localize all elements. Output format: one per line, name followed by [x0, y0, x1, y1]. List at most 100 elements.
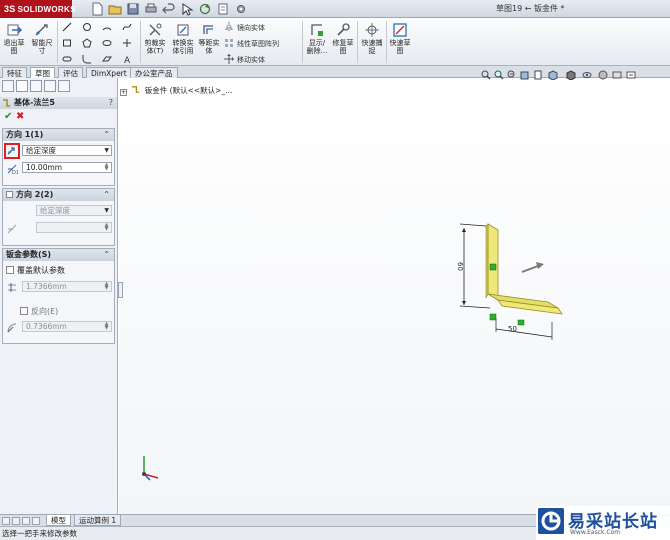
bend-radius-input[interactable]: 0.7366mm ▲ ▼: [22, 321, 112, 332]
tab-dimxpert[interactable]: DimXpert: [86, 67, 132, 78]
depth-input[interactable]: 10.00mm ▲ ▼: [22, 162, 112, 173]
direction2-depth-input[interactable]: ▲ ▼: [36, 222, 112, 233]
spline-icon[interactable]: [122, 22, 132, 32]
cancel-button[interactable]: ✖: [16, 111, 24, 122]
solidworks-logo[interactable]: 3S SOLIDWORKS: [0, 0, 75, 18]
exit-sketch-icon: [7, 24, 22, 36]
collapse-icon[interactable]: ⌃: [103, 189, 110, 201]
direction2-end-condition-select[interactable]: 给定深度 ▼: [36, 205, 112, 216]
polygon-icon[interactable]: [82, 38, 92, 48]
exit-sketch-button[interactable]: 退出草 图: [2, 22, 26, 55]
text-icon[interactable]: A: [122, 54, 132, 64]
quick-snaps-icon: [365, 23, 379, 37]
convert-entities-button[interactable]: 转换实 体引用: [170, 22, 196, 55]
next-tab-icon[interactable]: [22, 517, 30, 525]
select-arrow-icon[interactable]: [180, 2, 194, 16]
trim-entities-button[interactable]: 剪裁实 体(T): [142, 22, 168, 55]
rapid-sketch-button[interactable]: 快速草 图: [388, 22, 412, 55]
display-manager-tab-icon[interactable]: [58, 80, 70, 92]
graphics-area[interactable]: [119, 78, 670, 514]
tab-office-products[interactable]: 办公室产品: [130, 67, 178, 78]
tab-motion-study[interactable]: 运动算例 1: [74, 515, 122, 526]
configuration-tab-icon[interactable]: [30, 80, 42, 92]
ellipse-icon[interactable]: [102, 38, 112, 48]
dimension-vertical[interactable]: 60: [456, 223, 491, 309]
ok-button[interactable]: ✔: [4, 111, 12, 122]
dropdown-arrow-icon: ▼: [104, 207, 109, 214]
linear-pattern-button[interactable]: 线性草图阵列: [224, 38, 279, 49]
plane-icon[interactable]: [102, 54, 112, 64]
direction2-header[interactable]: 方向 2(2) ⌃: [3, 189, 114, 201]
quick-snaps-button[interactable]: 快速捕 捉: [360, 22, 384, 55]
spin-icon[interactable]: ▲ ▼: [103, 223, 110, 232]
rapid-sketch-icon: [393, 23, 407, 37]
rectangle-icon[interactable]: [62, 38, 72, 48]
new-document-icon[interactable]: [90, 2, 104, 16]
edit-appearance-icon[interactable]: [598, 70, 608, 80]
point-icon[interactable]: [122, 38, 132, 48]
display-delete-label: 显示/ 删除...: [306, 39, 328, 55]
arc-icon[interactable]: [102, 22, 112, 32]
feature-tree-tab-icon[interactable]: [2, 80, 14, 92]
tab-sketch[interactable]: 草图: [30, 67, 55, 78]
section-view-icon[interactable]: [520, 70, 530, 80]
display-style-icon[interactable]: [566, 70, 576, 80]
view-settings-icon[interactable]: [626, 70, 636, 80]
sheet-metal-preview[interactable]: 60 50: [440, 210, 570, 345]
flange-handle[interactable]: [489, 263, 497, 271]
end-condition-select[interactable]: 给定深度 ▼: [22, 145, 112, 156]
slot-icon[interactable]: [62, 54, 72, 64]
help-icon[interactable]: ?: [109, 97, 113, 109]
last-tab-icon[interactable]: [32, 517, 40, 525]
fillet-icon[interactable]: [82, 54, 92, 64]
panel-splitter-handle[interactable]: [118, 282, 123, 298]
offset-entities-button[interactable]: 等距实 体: [198, 22, 220, 55]
save-icon[interactable]: [126, 2, 140, 16]
dynamic-annotation-icon[interactable]: [533, 70, 543, 80]
options-gear-icon[interactable]: [234, 2, 248, 16]
sheetmetal-parameters-header[interactable]: 钣金参数(S) ⌃: [3, 249, 114, 261]
previous-view-icon[interactable]: [507, 70, 517, 80]
open-folder-icon[interactable]: [108, 2, 122, 16]
apply-scene-icon[interactable]: [612, 70, 622, 80]
undo-icon[interactable]: [162, 2, 176, 16]
reverse-direction-checkbox[interactable]: 反向(E): [20, 306, 58, 317]
coordinate-triad: [142, 456, 159, 481]
direction1-header[interactable]: 方向 1(1) ⌃: [3, 129, 114, 141]
expand-icon[interactable]: +: [120, 89, 127, 96]
smart-dimension-button[interactable]: 智能尺 寸: [30, 22, 54, 55]
mirror-entities-button[interactable]: 镜向实体: [224, 22, 265, 33]
rebuild-icon[interactable]: [198, 2, 212, 16]
spin-icon[interactable]: ▲ ▼: [103, 322, 110, 331]
display-delete-relations-button[interactable]: 显示/ 删除...: [304, 22, 330, 55]
property-manager-tab-icon[interactable]: [16, 80, 28, 92]
collapse-icon[interactable]: ⌃: [103, 129, 110, 141]
zoom-to-fit-icon[interactable]: [481, 70, 491, 80]
override-default-checkbox[interactable]: 覆盖默认参数: [6, 265, 65, 276]
collapse-icon[interactable]: ⌃: [103, 249, 110, 261]
flyout-feature-tree[interactable]: + 钣金件 (默认<<默认>_...: [120, 85, 232, 96]
repair-sketch-button[interactable]: 修复草 图: [332, 22, 354, 55]
corner-handle[interactable]: [489, 313, 497, 321]
zoom-area-icon[interactable]: [494, 70, 504, 80]
previous-tab-icon[interactable]: [12, 517, 20, 525]
hide-show-items-icon[interactable]: [582, 70, 592, 80]
file-properties-icon[interactable]: [216, 2, 230, 16]
move-entities-button[interactable]: 移动实体: [224, 54, 265, 65]
tab-evaluate[interactable]: 评估: [58, 67, 83, 78]
dimxpert-tab-icon[interactable]: [44, 80, 56, 92]
line-icon[interactable]: [62, 22, 72, 32]
thickness-input[interactable]: 1.7366mm ▲ ▼: [22, 281, 112, 292]
first-tab-icon[interactable]: [2, 517, 10, 525]
direction2-checkbox[interactable]: [6, 191, 13, 198]
direction-arrow[interactable]: [521, 262, 544, 273]
circle-icon[interactable]: [82, 22, 92, 32]
tab-model[interactable]: 模型: [46, 515, 71, 526]
spin-icon[interactable]: ▲ ▼: [103, 282, 110, 291]
view-orientation-icon[interactable]: [548, 70, 558, 80]
document-title: 草图19 ← 钣金件 *: [496, 4, 565, 13]
spin-icon[interactable]: ▲ ▼: [103, 163, 110, 172]
print-icon[interactable]: [144, 2, 158, 16]
tab-features[interactable]: 特征: [2, 67, 27, 78]
flange-handle-bottom[interactable]: [517, 319, 525, 326]
